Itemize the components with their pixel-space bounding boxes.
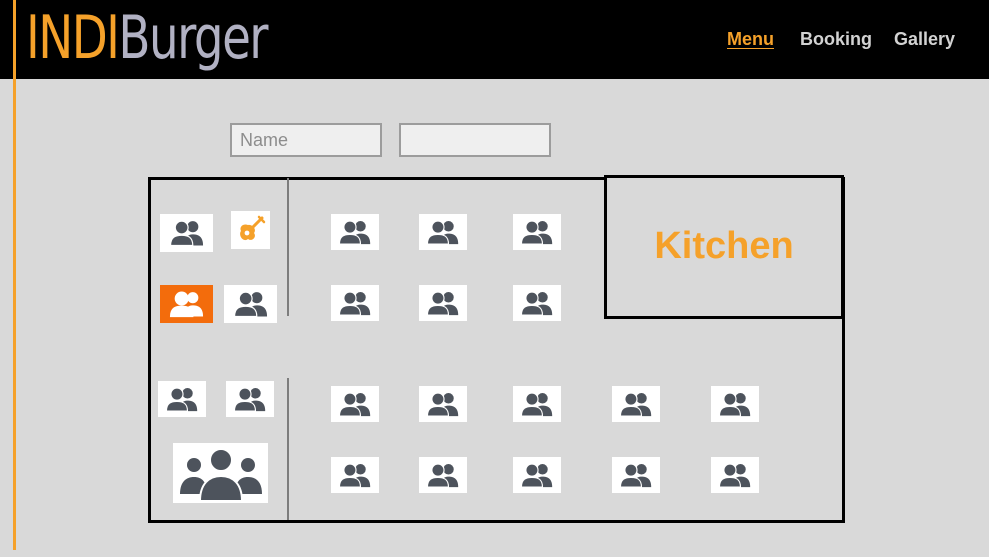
divider-lower bbox=[287, 378, 289, 520]
people-icon bbox=[169, 220, 203, 247]
table-13[interactable] bbox=[419, 386, 467, 422]
table-15[interactable] bbox=[612, 386, 660, 422]
table-19[interactable] bbox=[513, 457, 561, 493]
table-large[interactable] bbox=[173, 443, 268, 503]
site-header: INDIBurger Menu Booking Gallery bbox=[0, 0, 989, 79]
table-18[interactable] bbox=[419, 457, 467, 493]
table-21[interactable] bbox=[711, 457, 759, 493]
people-icon bbox=[620, 392, 652, 417]
table-6[interactable] bbox=[513, 214, 561, 250]
people-icon bbox=[719, 392, 751, 417]
people-icon bbox=[521, 291, 553, 316]
table-20[interactable] bbox=[612, 457, 660, 493]
people-icon bbox=[233, 291, 267, 318]
people-icon bbox=[521, 463, 553, 488]
divider-upper bbox=[287, 178, 289, 316]
table-2[interactable] bbox=[224, 285, 277, 323]
people-icon bbox=[521, 392, 553, 417]
table-16[interactable] bbox=[711, 386, 759, 422]
table-14[interactable] bbox=[513, 386, 561, 422]
people-icon bbox=[427, 463, 459, 488]
kitchen-label: Kitchen bbox=[654, 224, 794, 267]
table-7[interactable] bbox=[331, 285, 379, 321]
people-icon bbox=[427, 291, 459, 316]
people-icon bbox=[427, 392, 459, 417]
logo-burger: Burger bbox=[118, 3, 268, 73]
people-icon bbox=[234, 387, 266, 412]
table-1[interactable] bbox=[160, 214, 213, 252]
table-10[interactable] bbox=[158, 381, 206, 417]
logo-indi: INDI bbox=[26, 3, 120, 73]
stage-guitar[interactable] bbox=[231, 211, 270, 249]
site-logo[interactable]: INDIBurger bbox=[26, 2, 269, 74]
people-icon bbox=[166, 387, 198, 412]
accent-line bbox=[13, 0, 16, 550]
people-icon bbox=[339, 220, 371, 245]
group-large-icon bbox=[179, 448, 262, 502]
people-icon bbox=[427, 220, 459, 245]
table-5[interactable] bbox=[419, 214, 467, 250]
table-17[interactable] bbox=[331, 457, 379, 493]
nav-booking[interactable]: Booking bbox=[800, 29, 872, 50]
nav-menu[interactable]: Menu bbox=[727, 29, 774, 50]
table-12[interactable] bbox=[331, 386, 379, 422]
people-icon bbox=[521, 220, 553, 245]
kitchen-area: Kitchen bbox=[604, 175, 844, 319]
table-selected[interactable] bbox=[160, 285, 213, 323]
people-icon bbox=[339, 291, 371, 316]
people-icon bbox=[169, 291, 203, 318]
guitar-icon bbox=[239, 215, 265, 241]
table-8[interactable] bbox=[419, 285, 467, 321]
people-icon bbox=[339, 463, 371, 488]
table-9[interactable] bbox=[513, 285, 561, 321]
people-icon bbox=[620, 463, 652, 488]
table-4[interactable] bbox=[331, 214, 379, 250]
second-input[interactable] bbox=[399, 123, 551, 157]
table-11[interactable] bbox=[226, 381, 274, 417]
people-icon bbox=[339, 392, 371, 417]
name-input[interactable] bbox=[230, 123, 382, 157]
people-icon bbox=[719, 463, 751, 488]
nav-gallery[interactable]: Gallery bbox=[894, 29, 955, 50]
